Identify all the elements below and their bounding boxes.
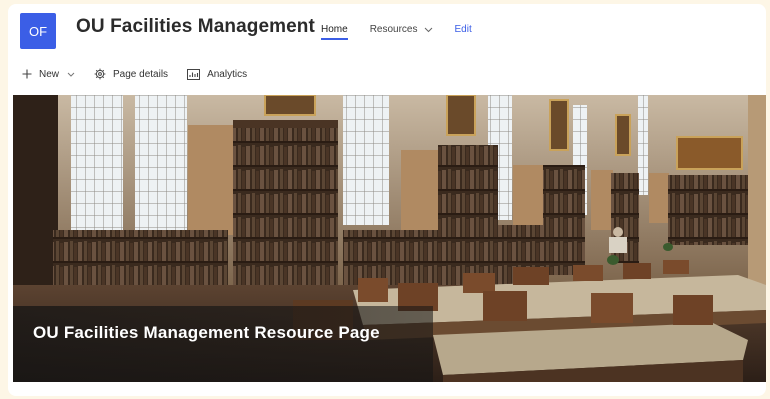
site-title[interactable]: OU Facilities Management xyxy=(76,16,315,38)
nav-resources-label: Resources xyxy=(369,24,418,35)
page-card: OF OU Facilities Management Home Resourc… xyxy=(8,4,766,396)
hero-title: OU Facilities Management Resource Page xyxy=(33,323,380,342)
site-nav: Home Resources Edit xyxy=(321,24,494,40)
page-details-button[interactable]: Page details xyxy=(94,68,168,80)
chevron-down-icon xyxy=(424,25,433,35)
nav-home-label: Home xyxy=(321,24,348,35)
nav-resources[interactable]: Resources xyxy=(370,24,433,35)
command-bar: New Page details Analytics xyxy=(22,68,266,80)
nav-home[interactable]: Home xyxy=(321,24,348,40)
nav-edit-label: Edit xyxy=(454,24,472,35)
analytics-icon xyxy=(187,68,201,80)
site-header: OF OU Facilities Management Home Resourc… xyxy=(8,4,766,56)
page-details-label: Page details xyxy=(113,68,169,80)
analytics-button[interactable]: Analytics xyxy=(187,68,248,80)
analytics-label: Analytics xyxy=(207,68,248,80)
gear-icon xyxy=(94,68,106,80)
new-button[interactable]: New xyxy=(22,69,75,80)
hero-banner: OU Facilities Management Resource Page xyxy=(13,95,766,382)
nav-edit-link[interactable]: Edit xyxy=(455,24,472,35)
chevron-down-icon xyxy=(67,70,75,79)
hero-title-overlay xyxy=(13,306,433,382)
new-button-label: New xyxy=(39,68,60,80)
site-logo[interactable]: OF xyxy=(20,13,56,49)
plus-icon xyxy=(22,69,32,79)
